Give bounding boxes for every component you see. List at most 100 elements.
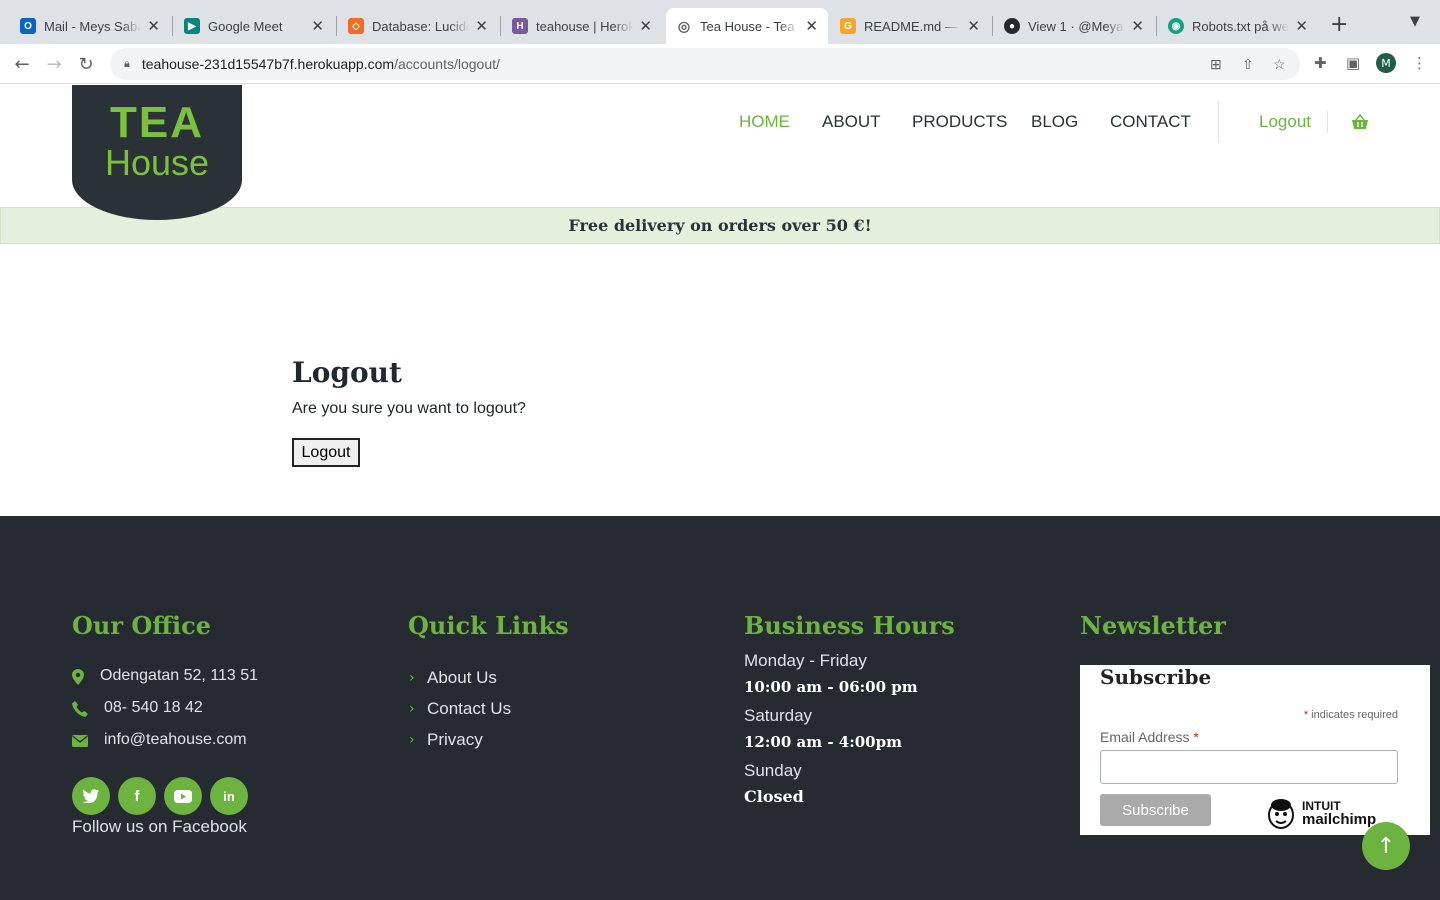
browser-tab[interactable]: ◉ Robots.txt på we ✕ xyxy=(1158,8,1318,44)
nav-products[interactable]: PRODUCTS xyxy=(912,112,1007,132)
address-bar[interactable]: 🔒︎ teahouse-231d15547b7f.herokuapp.com/a… xyxy=(110,48,1300,80)
forward-arrow-icon[interactable]: → xyxy=(42,52,66,76)
new-tab-icon[interactable]: + xyxy=(1330,12,1348,37)
subscribe-button[interactable]: Subscribe xyxy=(1100,794,1211,826)
email-field[interactable] xyxy=(1100,750,1398,784)
close-icon[interactable]: ✕ xyxy=(1295,17,1308,35)
nav-blog[interactable]: BLOG xyxy=(1031,112,1078,132)
phone-icon xyxy=(72,701,88,721)
profile-avatar[interactable]: M xyxy=(1376,53,1396,73)
logout-link[interactable]: Logout xyxy=(1259,112,1311,132)
browser-tab[interactable]: G README.md — te ✕ xyxy=(830,8,990,44)
tab-title: teahouse | Heroku xyxy=(536,18,634,34)
share-icon[interactable]: ⇧ xyxy=(1242,56,1254,73)
side-panel-icon[interactable]: ▣ xyxy=(1346,54,1360,72)
office-heading: Our Office xyxy=(72,611,211,640)
chatgpt-icon: ◉ xyxy=(1168,18,1184,34)
google-meet-icon: ▶ xyxy=(184,18,200,34)
close-icon[interactable]: ✕ xyxy=(967,17,980,35)
url-path: /accounts/logout/ xyxy=(394,56,500,72)
url-host: teahouse-231d15547b7f.herokuapp.com xyxy=(141,56,395,72)
email-label-text: Email Address xyxy=(1100,729,1190,745)
mailchimp-monkey-icon xyxy=(1268,799,1294,829)
chevron-right-icon: › xyxy=(409,701,415,717)
delivery-banner: Free delivery on orders over 50 €! xyxy=(0,207,1440,244)
teahouse-logo[interactable]: TEA House xyxy=(72,85,242,220)
facebook-icon[interactable]: f xyxy=(118,777,156,815)
browser-tab-active[interactable]: ◎ Tea House - Tea S ✕ xyxy=(666,8,828,44)
logout-confirm-button[interactable]: Logout xyxy=(292,438,360,467)
close-icon[interactable]: ✕ xyxy=(1131,17,1144,35)
close-icon[interactable]: ✕ xyxy=(639,17,652,35)
required-note-text: indicates required xyxy=(1311,709,1398,721)
page-title: Logout xyxy=(292,356,402,389)
browser-tab-strip: O Mail - Meys Saba ✕ ▶ Google Meet ✕ ◇ D… xyxy=(0,0,1440,44)
newsletter-heading: Newsletter xyxy=(1080,611,1226,640)
heroku-icon: H xyxy=(512,18,528,34)
youtube-icon[interactable] xyxy=(164,777,202,815)
close-icon[interactable]: ✕ xyxy=(311,17,324,35)
browser-tab[interactable]: ▶ Google Meet ✕ xyxy=(174,8,334,44)
chevron-right-icon: › xyxy=(409,670,415,686)
translate-icon[interactable]: ⊞ xyxy=(1210,56,1222,73)
close-icon[interactable]: ✕ xyxy=(475,17,488,35)
nav-contact[interactable]: CONTACT xyxy=(1110,112,1191,132)
lock-icon[interactable]: 🔒︎ xyxy=(124,58,130,71)
tab-title: Tea House - Tea S xyxy=(700,18,800,34)
tab-title: Robots.txt på we xyxy=(1192,18,1289,34)
tab-title: Mail - Meys Saba xyxy=(44,18,142,34)
link-privacy[interactable]: Privacy xyxy=(427,730,483,750)
tab-search-chevron-icon[interactable]: ▼ xyxy=(1410,14,1420,29)
hours-day-sunday: Sunday xyxy=(744,761,802,780)
browser-tab[interactable]: O Mail - Meys Saba ✕ xyxy=(10,8,170,44)
bookmark-star-icon[interactable]: ☆ xyxy=(1273,56,1286,73)
kebab-menu-icon[interactable]: ⋮ xyxy=(1412,54,1427,72)
logout-question: Are you sure you want to logout? xyxy=(292,400,526,417)
github-icon: ● xyxy=(1004,18,1020,34)
newsletter-form: Subscribe * indicates required Email Add… xyxy=(1080,665,1430,835)
basket-icon[interactable] xyxy=(1351,113,1369,131)
extensions-puzzle-icon[interactable]: ✚ xyxy=(1314,54,1327,72)
logo-line2: House xyxy=(104,142,210,183)
map-marker-icon xyxy=(72,669,84,689)
browser-tab[interactable]: ◇ Database: Lucidc ✕ xyxy=(338,8,498,44)
link-contact-us[interactable]: Contact Us xyxy=(427,699,511,719)
lucidchart-icon: ◇ xyxy=(348,18,364,34)
tab-title: README.md — te xyxy=(864,18,961,34)
business-hours-heading: Business Hours xyxy=(744,611,955,640)
email-label: Email Address * xyxy=(1100,729,1199,745)
envelope-icon xyxy=(72,735,88,751)
browser-tab[interactable]: H teahouse | Heroku ✕ xyxy=(502,8,662,44)
twitter-icon[interactable] xyxy=(72,777,110,815)
quick-links-heading: Quick Links xyxy=(408,611,569,640)
nav-home[interactable]: HOME xyxy=(739,112,790,132)
reload-icon[interactable]: ↻ xyxy=(74,52,98,76)
follow-text: Follow us on Facebook xyxy=(72,817,247,836)
hours-day-weekday: Monday - Friday xyxy=(744,651,867,670)
scroll-to-top-button[interactable]: ↑ xyxy=(1362,822,1410,870)
office-email[interactable]: info@teahouse.com xyxy=(104,731,247,749)
avatar-initial: M xyxy=(1381,56,1391,70)
office-address: Odengatan 52, 113 51 xyxy=(100,667,259,684)
browser-tab[interactable]: ● View 1 · @Meyaa ✕ xyxy=(994,8,1154,44)
logo-line1: TEA xyxy=(110,98,204,147)
back-arrow-icon[interactable]: ← xyxy=(10,52,34,76)
close-icon[interactable]: ✕ xyxy=(147,17,160,35)
hours-time-sunday: Closed xyxy=(744,787,804,806)
close-icon[interactable]: ✕ xyxy=(805,17,818,35)
tab-title: Database: Lucidc xyxy=(372,18,470,34)
required-note: * indicates required xyxy=(1303,709,1398,721)
nav-about[interactable]: ABOUT xyxy=(822,112,881,132)
globe-icon: ◎ xyxy=(676,17,692,34)
linkedin-icon[interactable]: in xyxy=(210,777,248,815)
link-about-us[interactable]: About Us xyxy=(427,668,497,688)
subscribe-title: Subscribe xyxy=(1100,665,1212,689)
hours-time-weekday: 10:00 am - 06:00 pm xyxy=(744,678,918,696)
office-phone[interactable]: 08- 540 18 42 xyxy=(104,699,203,717)
browser-toolbar: ← → ↻ 🔒︎ teahouse-231d15547b7f.herokuapp… xyxy=(0,44,1440,84)
outlook-icon: O xyxy=(20,18,36,34)
chevron-right-icon: › xyxy=(409,732,415,748)
tab-title: Google Meet xyxy=(208,18,283,34)
brand-line2: mailchimp xyxy=(1302,811,1377,828)
nav-divider xyxy=(1327,111,1328,133)
